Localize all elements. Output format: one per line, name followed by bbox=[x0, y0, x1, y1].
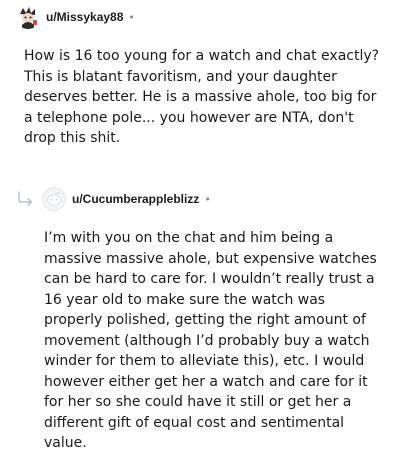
username-link[interactable]: u/Missykay88 bbox=[46, 10, 123, 24]
username-link[interactable]: u/Cucumberappleblizz bbox=[72, 192, 199, 206]
comment-header: u/Cucumberappleblizz • bbox=[16, 186, 211, 212]
default-avatar-icon[interactable] bbox=[42, 187, 66, 211]
user-avatar-icon[interactable] bbox=[16, 5, 40, 29]
meta-separator: • bbox=[128, 10, 135, 24]
meta-separator: • bbox=[204, 192, 211, 206]
comment-body: How is 16 too young for a watch and chat… bbox=[24, 48, 380, 146]
comment-header: u/Missykay88 • bbox=[16, 4, 135, 30]
reply-arrow-icon bbox=[16, 189, 36, 209]
comment-body: I’m with you on the chat and him being a… bbox=[44, 230, 377, 451]
